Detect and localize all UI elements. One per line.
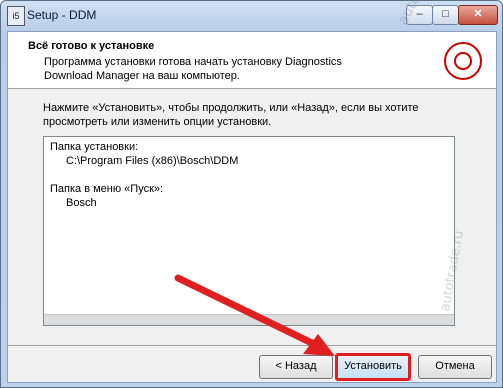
footer-divider <box>8 345 496 346</box>
wizard-header: Всё готово к установке Программа установ… <box>8 32 496 89</box>
wizard-page: Всё готово к установке Программа установ… <box>7 31 497 383</box>
page-title: Всё готово к установке <box>28 40 155 52</box>
back-button[interactable]: < Назад <box>259 355 333 379</box>
bosch-armature-icon <box>454 52 472 70</box>
start-menu-value: Bosch <box>66 197 97 209</box>
install-button[interactable]: Установить <box>335 353 411 381</box>
bosch-logo-icon <box>444 42 482 80</box>
cancel-button[interactable]: Отмена <box>418 355 492 379</box>
setup-app-icon: i5 <box>7 6 25 26</box>
install-folder-label: Папка установки: <box>50 141 139 153</box>
settings-summary-memo[interactable]: Папка установки: C:\Program Files (x86)\… <box>43 136 455 326</box>
install-folder-value: C:\Program Files (x86)\Bosch\DDM <box>66 155 239 167</box>
close-button[interactable]: ✕ <box>458 5 498 25</box>
page-subtitle: Программа установки готова начать устано… <box>44 56 342 82</box>
maximize-button[interactable]: □ <box>432 5 459 25</box>
start-menu-label: Папка в меню «Пуск»: <box>50 183 164 195</box>
title-bar[interactable]: i5 Setup - DDM – □ ✕ <box>1 1 502 31</box>
horizontal-scrollbar[interactable] <box>44 314 454 325</box>
instructions-text: Нажмите «Установить», чтобы продолжить, … <box>43 102 419 128</box>
window-title: Setup - DDM <box>27 8 97 22</box>
setup-window: i5 Setup - DDM – □ ✕ Всё готово к устано… <box>0 0 503 388</box>
